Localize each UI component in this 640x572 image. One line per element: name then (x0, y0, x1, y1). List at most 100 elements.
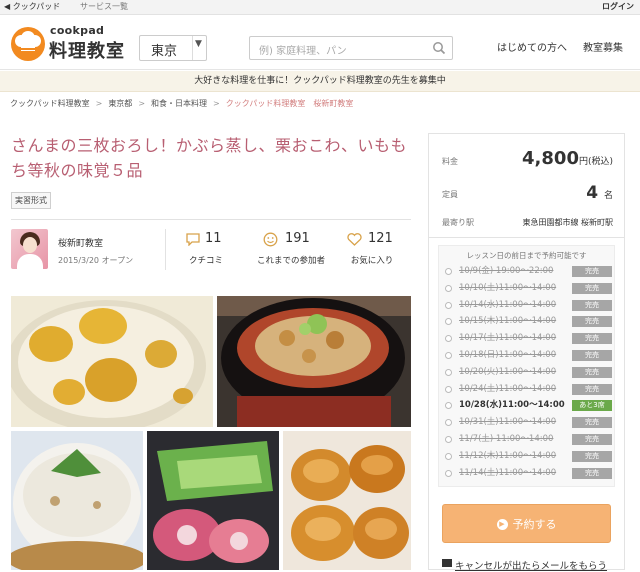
services-link[interactable]: サービス一覧 (80, 0, 128, 14)
breadcrumb-item[interactable]: 和食・日本料理 (151, 99, 207, 108)
schedule-radio[interactable] (445, 402, 452, 410)
schedule-radio (445, 268, 452, 275)
first-time-link[interactable]: はじめての方へ (497, 39, 567, 54)
stat-favorites[interactable]: 121 お気に入り (346, 231, 398, 266)
region-value: 東京 (151, 44, 178, 59)
schedule-date: 10/17(土)11:00〜14:00 (459, 333, 557, 344)
schedule-row[interactable]: 10/28(水)11:00〜14:00 あと3席 (444, 399, 612, 412)
schedule-date: 10/15(木)11:00〜14:00 (459, 316, 557, 327)
price-unit: 円(税込) (578, 157, 613, 167)
schedule-list: レッスン日の前日まで予約可能です 10/9(金) 19:00〜22:00 完売 10… (438, 245, 615, 487)
stat-label: お気に入り (350, 256, 394, 266)
schedule-row: 10/9(金) 19:00〜22:00 完売 (444, 265, 612, 278)
schedule-row: 10/17(土)11:00〜14:00 完売 (444, 332, 612, 345)
cookpad-chef-hat-icon[interactable] (10, 27, 46, 61)
mushroom-soup-photo (217, 296, 411, 427)
breadcrumb-item[interactable]: 東京都 (108, 99, 132, 108)
schedule-date: 10/28(水)11:00〜14:00 (459, 400, 565, 411)
kaburamushi-photo (11, 431, 143, 570)
octopus-sashimi-photo (147, 431, 279, 570)
logo-cookpad-text[interactable]: cookpad (50, 24, 104, 37)
breadcrumb-separator: > (138, 99, 146, 108)
divider (165, 229, 166, 270)
stat-participants[interactable]: 191 これまでの参加者 (252, 231, 330, 266)
schedule-row: 10/18(日)11:00〜14:00 完売 (444, 349, 612, 362)
breadcrumb: クックパッド料理教室 > 東京都 > 和食・日本料理 > クックパッド料理教室 桜新町教室 (10, 98, 353, 109)
schedule-row: 10/14(水)11:00〜14:00 完売 (444, 299, 612, 312)
schedule-date: 11/12(木)11:00〜14:00 (459, 450, 557, 461)
school-info[interactable]: 桜新町教室 2015/3/20 オープン (11, 229, 161, 273)
lesson-format-tag: 実習形式 (11, 192, 51, 209)
schedule-status-badge: 完売 (572, 350, 612, 361)
lesson-photo-collage[interactable] (11, 296, 411, 570)
schedule-date: 11/14(土)11:00〜14:00 (459, 467, 557, 478)
schedule-status-badge: 完売 (572, 467, 612, 479)
station-label: 最寄り駅 (442, 218, 474, 227)
divider (11, 219, 411, 220)
top-bar: ◀ クックパッド サービス一覧 ログイン (0, 0, 640, 15)
schedule-radio (445, 335, 452, 343)
schedule-status-badge: 完売 (572, 316, 612, 328)
arrow-right-icon: ▶ (496, 518, 508, 530)
breadcrumb-current: クックパッド料理教室 桜新町教室 (225, 99, 354, 108)
avatar-body (17, 254, 43, 269)
chevron-down-icon[interactable]: ▼ (195, 39, 202, 49)
schedule-radio (445, 385, 452, 393)
schedule-status-badge: 完売 (572, 434, 612, 445)
schedule-radio (445, 352, 452, 359)
lesson-title: さんまの三枚おろし！かぶら蒸し、栗おこわ、いももち等秋の味覚５品 (11, 136, 408, 180)
schedule-row: 11/12(木)11:00〜14:00 完売 (444, 450, 612, 463)
schedule-row: 10/31(土)11:00〜14:00 完売 (444, 416, 612, 429)
schedule-status-badge: 完売 (572, 450, 612, 462)
comment-icon (186, 233, 200, 246)
capacity-number: 4 (586, 183, 599, 203)
price-amount: 4,800 (522, 148, 579, 169)
schedule-date: 10/24(土)11:00〜14:00 (459, 383, 557, 394)
cookpad-back-link[interactable]: ◀ クックパッド (4, 0, 60, 14)
schedule-radio (445, 318, 452, 326)
lesson-summary: 料金 4,800円(税込) 定員 4 名 最寄り駅 東急田園都市線 桜新町駅 (429, 134, 624, 238)
login-link[interactable]: ログイン (602, 0, 634, 14)
stat-number: 191 (285, 231, 310, 246)
booking-sidebar: 料金 4,800円(税込) 定員 4 名 最寄り駅 東急田園都市線 桜新町駅 レ… (428, 133, 625, 572)
schedule-date: 10/31(土)11:00〜14:00 (459, 417, 557, 428)
schedule-status-badge: 完売 (572, 282, 612, 294)
reserve-button[interactable]: ▶ 予約する (442, 504, 611, 543)
teacher-avatar[interactable] (11, 229, 48, 269)
schedule-date: 10/10(土)11:00〜14:00 (459, 282, 557, 293)
schedule-date: 11/7(土) 11:00〜14:00 (459, 434, 554, 444)
schedule-date: 10/9(金) 19:00〜22:00 (459, 266, 554, 276)
schedule-radio (445, 368, 452, 376)
region-select[interactable]: 東京 ▼ (139, 35, 207, 61)
schedule-status-badge: 完売 (572, 333, 612, 345)
schedule-row: 10/24(土)11:00〜14:00 完売 (444, 383, 612, 396)
chestnut-rice-photo (11, 296, 213, 427)
imomochi-photo (283, 431, 411, 570)
schedule-status-badge: 完売 (572, 417, 612, 429)
site-header: cookpad 料理教室 東京 ▼ 例) 家庭料理、パン はじめての方へ 教室募… (0, 15, 640, 70)
search-input[interactable]: 例) 家庭料理、パン (249, 36, 453, 60)
avatar-face (23, 237, 37, 253)
school-name[interactable]: 桜新町教室 (58, 236, 103, 249)
schedule-row: 10/15(木)11:00〜14:00 完売 (444, 315, 612, 328)
breadcrumb-item[interactable]: クックパッド料理教室 (10, 99, 90, 108)
cancel-notify-label: キャンセルが出たらメールをもらう (455, 561, 608, 572)
schedule-row: 11/7(土) 11:00〜14:00 完売 (444, 433, 612, 446)
recruit-school-link[interactable]: 教室募集 (583, 39, 623, 54)
schedule-status-badge: 完売 (572, 266, 612, 277)
price-value: 4,800円(税込) (522, 148, 613, 169)
stat-label: クチコミ (188, 256, 223, 266)
schedule-radio (445, 419, 452, 427)
schedule-date: 10/14(水)11:00〜14:00 (459, 299, 557, 310)
capacity-label: 定員 (442, 190, 458, 199)
smiley-icon (263, 232, 278, 247)
stat-reviews[interactable]: 11 クチコミ (184, 231, 228, 266)
teacher-recruit-banner[interactable]: 大好きな料理を仕事に！クックパッド料理教室の先生を募集中 (0, 71, 640, 92)
price-label: 料金 (442, 157, 458, 166)
logo-cooking-school-text[interactable]: 料理教室 (49, 37, 125, 63)
schedule-radio (445, 436, 452, 443)
schedule-status-badge: 完売 (572, 383, 612, 395)
stat-number: 121 (368, 231, 393, 246)
schedule-row: 10/20(火)11:00〜14:00 完売 (444, 366, 612, 379)
search-icon[interactable] (432, 41, 446, 55)
